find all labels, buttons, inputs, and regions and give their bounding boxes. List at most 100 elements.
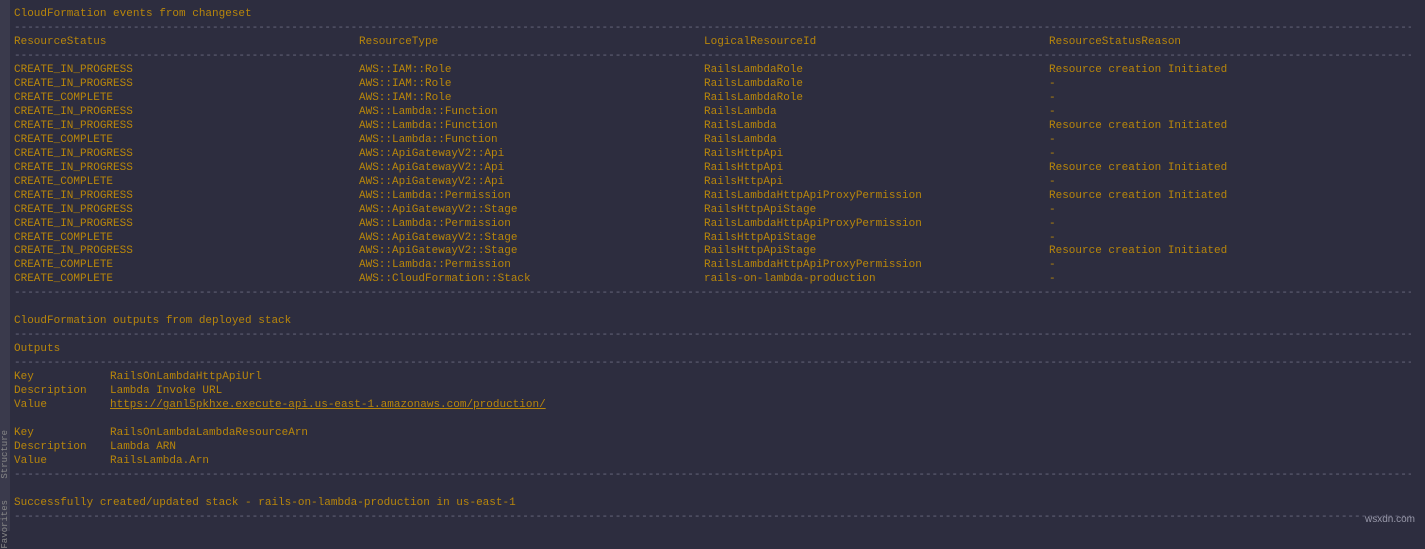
cell-status: CREATE_IN_PROGRESS (14, 204, 359, 218)
cell-status: CREATE_COMPLETE (14, 273, 359, 287)
cell-type: AWS::ApiGatewayV2::Stage (359, 204, 704, 218)
cell-status: CREATE_IN_PROGRESS (14, 162, 359, 176)
output-value: Lambda ARN (110, 441, 176, 455)
cell-id: RailsLambdaHttpApiProxyPermission (704, 190, 1049, 204)
table-row: CREATE_IN_PROGRESSAWS::ApiGatewayV2::Api… (14, 162, 1411, 176)
table-row: CREATE_COMPLETEAWS::IAM::RoleRailsLambda… (14, 92, 1411, 106)
table-row: CREATE_IN_PROGRESSAWS::ApiGatewayV2::Api… (14, 148, 1411, 162)
divider: ----------------------------------------… (14, 511, 1411, 525)
cell-reason: Resource creation Initiated (1049, 245, 1411, 259)
cell-type: AWS::IAM::Role (359, 92, 704, 106)
cell-type: AWS::ApiGatewayV2::Stage (359, 232, 704, 246)
cell-reason: - (1049, 148, 1411, 162)
cell-type: AWS::CloudFormation::Stack (359, 273, 704, 287)
divider: ----------------------------------------… (14, 357, 1411, 371)
output-label: Value (14, 455, 110, 469)
cell-reason: - (1049, 232, 1411, 246)
table-row: CREATE_COMPLETEAWS::Lambda::PermissionRa… (14, 259, 1411, 273)
cell-status: CREATE_IN_PROGRESS (14, 106, 359, 120)
cell-type: AWS::Lambda::Permission (359, 218, 704, 232)
cell-status: CREATE_IN_PROGRESS (14, 78, 359, 92)
output-label: Value (14, 399, 110, 413)
output-value: RailsOnLambdaHttpApiUrl (110, 371, 262, 385)
cell-id: RailsLambdaRole (704, 78, 1049, 92)
cell-type: AWS::Lambda::Permission (359, 259, 704, 273)
structure-tab[interactable]: Structure (0, 430, 11, 479)
cell-id: RailsLambda (704, 120, 1049, 134)
cell-reason: Resource creation Initiated (1049, 162, 1411, 176)
cell-status: CREATE_COMPLETE (14, 232, 359, 246)
table-row: CREATE_COMPLETEAWS::ApiGatewayV2::ApiRai… (14, 176, 1411, 190)
cell-status: CREATE_IN_PROGRESS (14, 245, 359, 259)
header-type: ResourceType (359, 36, 704, 50)
cell-status: CREATE_COMPLETE (14, 92, 359, 106)
divider: ----------------------------------------… (14, 50, 1411, 64)
output-value: RailsOnLambdaLambdaResourceArn (110, 427, 308, 441)
table-row: CREATE_COMPLETEAWS::ApiGatewayV2::StageR… (14, 232, 1411, 246)
output-value: https://ganl5pkhxe.execute-api.us-east-1… (110, 399, 546, 413)
cell-id: RailsHttpApiStage (704, 204, 1049, 218)
output-label: Key (14, 371, 110, 385)
table-row: CREATE_IN_PROGRESSAWS::IAM::RoleRailsLam… (14, 78, 1411, 92)
cell-type: AWS::Lambda::Function (359, 106, 704, 120)
outputs-list: KeyRailsOnLambdaHttpApiUrlDescriptionLam… (14, 371, 1411, 469)
cell-id: RailsLambdaRole (704, 64, 1049, 78)
cell-type: AWS::Lambda::Function (359, 134, 704, 148)
header-status: ResourceStatus (14, 36, 359, 50)
cell-id: rails-on-lambda-production (704, 273, 1049, 287)
cell-id: RailsHttpApiStage (704, 245, 1049, 259)
output-row: Valuehttps://ganl5pkhxe.execute-api.us-e… (14, 399, 1411, 413)
table-row: CREATE_IN_PROGRESSAWS::Lambda::FunctionR… (14, 106, 1411, 120)
cell-reason: - (1049, 106, 1411, 120)
cell-reason: - (1049, 273, 1411, 287)
cell-id: RailsHttpApiStage (704, 232, 1049, 246)
cell-status: CREATE_IN_PROGRESS (14, 148, 359, 162)
cell-status: CREATE_COMPLETE (14, 259, 359, 273)
cell-reason: - (1049, 218, 1411, 232)
success-message: Successfully created/updated stack - rai… (14, 497, 1411, 511)
divider: ----------------------------------------… (14, 469, 1411, 483)
output-value: RailsLambda.Arn (110, 455, 209, 469)
header-reason: ResourceStatusReason (1049, 36, 1411, 50)
output-label: Description (14, 385, 110, 399)
cell-status: CREATE_IN_PROGRESS (14, 64, 359, 78)
output-link[interactable]: https://ganl5pkhxe.execute-api.us-east-1… (110, 399, 546, 411)
events-table: ResourceStatus ResourceType LogicalResou… (14, 36, 1411, 50)
table-row: CREATE_IN_PROGRESSAWS::ApiGatewayV2::Sta… (14, 204, 1411, 218)
table-row: CREATE_COMPLETEAWS::Lambda::FunctionRail… (14, 134, 1411, 148)
divider: ----------------------------------------… (14, 287, 1411, 301)
cell-reason: - (1049, 176, 1411, 190)
cell-id: RailsHttpApi (704, 162, 1049, 176)
cell-id: RailsLambdaRole (704, 92, 1049, 106)
cell-status: CREATE_COMPLETE (14, 134, 359, 148)
cell-type: AWS::ApiGatewayV2::Api (359, 148, 704, 162)
outputs-title: CloudFormation outputs from deployed sta… (14, 315, 1411, 329)
watermark: wsxdn.com (1365, 514, 1415, 527)
header-id: LogicalResourceId (704, 36, 1049, 50)
cell-type: AWS::Lambda::Permission (359, 190, 704, 204)
table-row: CREATE_IN_PROGRESSAWS::Lambda::Permissio… (14, 190, 1411, 204)
cell-reason: - (1049, 204, 1411, 218)
events-table-body: CREATE_IN_PROGRESSAWS::IAM::RoleRailsLam… (14, 64, 1411, 288)
cell-status: CREATE_IN_PROGRESS (14, 218, 359, 232)
cell-reason: - (1049, 134, 1411, 148)
divider: ----------------------------------------… (14, 22, 1411, 36)
terminal-output: CloudFormation events from changeset ---… (14, 8, 1411, 525)
cell-id: RailsLambdaHttpApiProxyPermission (704, 218, 1049, 232)
table-row: CREATE_IN_PROGRESSAWS::ApiGatewayV2::Sta… (14, 245, 1411, 259)
outputs-header: Outputs (14, 343, 1411, 357)
cell-type: AWS::ApiGatewayV2::Api (359, 176, 704, 190)
cell-reason: - (1049, 78, 1411, 92)
cell-type: AWS::ApiGatewayV2::Api (359, 162, 704, 176)
output-row: KeyRailsOnLambdaLambdaResourceArn (14, 427, 1411, 441)
cell-reason: Resource creation Initiated (1049, 120, 1411, 134)
cell-type: AWS::IAM::Role (359, 64, 704, 78)
output-label: Key (14, 427, 110, 441)
cell-reason: Resource creation Initiated (1049, 190, 1411, 204)
cell-id: RailsHttpApi (704, 148, 1049, 162)
cell-id: RailsLambdaHttpApiProxyPermission (704, 259, 1049, 273)
table-row: CREATE_COMPLETEAWS::CloudFormation::Stac… (14, 273, 1411, 287)
favorites-tab[interactable]: Favorites (0, 500, 11, 549)
table-row: CREATE_IN_PROGRESSAWS::Lambda::Permissio… (14, 218, 1411, 232)
output-value: Lambda Invoke URL (110, 385, 222, 399)
